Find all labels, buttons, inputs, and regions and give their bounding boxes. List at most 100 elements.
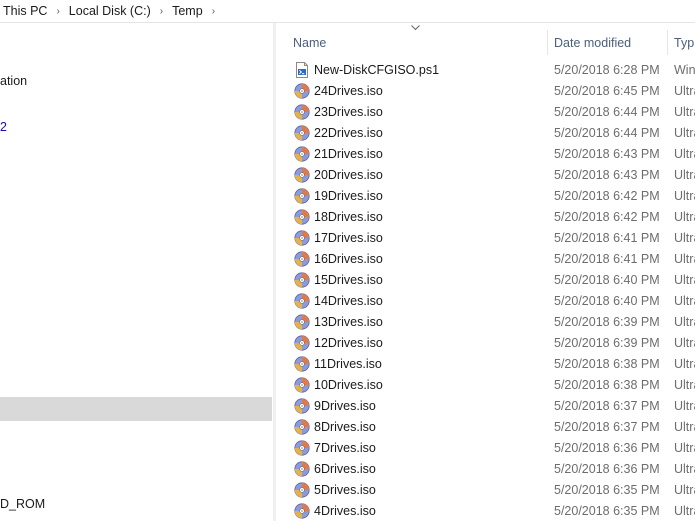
- breadcrumb-local-disk[interactable]: Local Disk (C:): [67, 4, 153, 18]
- file-type: Ultra: [674, 168, 695, 182]
- iso-disc-icon: [294, 293, 310, 309]
- iso-disc-icon: [294, 251, 310, 267]
- file-date-modified: 5/20/2018 6:42 PM: [554, 210, 660, 224]
- file-name[interactable]: 19Drives.iso: [314, 189, 383, 203]
- file-name[interactable]: 7Drives.iso: [314, 441, 376, 455]
- file-date-modified: 5/20/2018 6:36 PM: [554, 462, 660, 476]
- file-type: Ultra: [674, 210, 695, 224]
- file-type: Ultra: [674, 441, 695, 455]
- iso-disc-icon: [294, 125, 310, 141]
- file-date-modified: 5/20/2018 6:28 PM: [554, 63, 660, 77]
- file-type: Ultra: [674, 315, 695, 329]
- file-type: Ultra: [674, 294, 695, 308]
- file-type: Ultra: [674, 273, 695, 287]
- file-list: New-DiskCFGISO.ps1 5/20/2018 6:28 PM Win 24…: [276, 60, 695, 521]
- nav-item-selected[interactable]: [0, 397, 272, 421]
- column-divider[interactable]: [547, 30, 548, 55]
- iso-disc-icon: [294, 377, 310, 393]
- file-name[interactable]: 18Drives.iso: [314, 210, 383, 224]
- file-row[interactable]: 17Drives.iso 5/20/2018 6:41 PM Ultra: [276, 228, 695, 249]
- file-row[interactable]: 12Drives.iso 5/20/2018 6:39 PM Ultra: [276, 333, 695, 354]
- file-row[interactable]: 19Drives.iso 5/20/2018 6:42 PM Ultra: [276, 186, 695, 207]
- chevron-right-icon[interactable]: ›: [49, 6, 66, 17]
- chevron-right-icon[interactable]: ›: [153, 6, 170, 17]
- file-name[interactable]: 23Drives.iso: [314, 105, 383, 119]
- file-name[interactable]: 20Drives.iso: [314, 168, 383, 182]
- file-name[interactable]: 9Drives.iso: [314, 399, 376, 413]
- iso-disc-icon: [294, 419, 310, 435]
- file-name[interactable]: 11Drives.iso: [314, 357, 382, 371]
- file-row[interactable]: 23Drives.iso 5/20/2018 6:44 PM Ultra: [276, 102, 695, 123]
- column-header-name[interactable]: Name: [293, 30, 326, 55]
- file-date-modified: 5/20/2018 6:44 PM: [554, 126, 660, 140]
- file-name[interactable]: 21Drives.iso: [314, 147, 383, 161]
- file-name[interactable]: 13Drives.iso: [314, 315, 383, 329]
- file-date-modified: 5/20/2018 6:41 PM: [554, 252, 660, 266]
- file-type: Ultra: [674, 336, 695, 350]
- iso-disc-icon: [294, 440, 310, 456]
- file-row[interactable]: 11Drives.iso 5/20/2018 6:38 PM Ultra: [276, 354, 695, 375]
- file-row[interactable]: 24Drives.iso 5/20/2018 6:45 PM Ultra: [276, 81, 695, 102]
- breadcrumb: This PC › Local Disk (C:) › Temp ›: [0, 0, 695, 23]
- file-date-modified: 5/20/2018 6:43 PM: [554, 168, 660, 182]
- powershell-script-icon: [294, 62, 310, 78]
- breadcrumb-this-pc[interactable]: This PC: [1, 4, 49, 18]
- file-name[interactable]: 16Drives.iso: [314, 252, 383, 266]
- file-row[interactable]: 20Drives.iso 5/20/2018 6:43 PM Ultra: [276, 165, 695, 186]
- file-row[interactable]: 4Drives.iso 5/20/2018 6:35 PM Ultra: [276, 501, 695, 521]
- file-type: Win: [674, 63, 695, 77]
- file-type: Ultra: [674, 84, 695, 98]
- file-list-pane: Name Date modified Typ New-DiskCFGISO.ps…: [276, 23, 695, 521]
- file-row[interactable]: 8Drives.iso 5/20/2018 6:37 PM Ultra: [276, 417, 695, 438]
- file-row[interactable]: 21Drives.iso 5/20/2018 6:43 PM Ultra: [276, 144, 695, 165]
- file-row[interactable]: 6Drives.iso 5/20/2018 6:36 PM Ultra: [276, 459, 695, 480]
- file-name[interactable]: 15Drives.iso: [314, 273, 383, 287]
- iso-disc-icon: [294, 230, 310, 246]
- file-name[interactable]: 17Drives.iso: [314, 231, 383, 245]
- nav-item-cd-rom[interactable]: D_ROM: [0, 497, 45, 511]
- file-row[interactable]: 13Drives.iso 5/20/2018 6:39 PM Ultra: [276, 312, 695, 333]
- file-name[interactable]: 6Drives.iso: [314, 462, 376, 476]
- file-date-modified: 5/20/2018 6:38 PM: [554, 378, 660, 392]
- column-header-type[interactable]: Typ: [674, 30, 694, 55]
- file-row[interactable]: 5Drives.iso 5/20/2018 6:35 PM Ultra: [276, 480, 695, 501]
- breadcrumb-temp[interactable]: Temp: [170, 4, 205, 18]
- file-name[interactable]: 24Drives.iso: [314, 84, 383, 98]
- sort-chevron-down-icon: [411, 23, 420, 34]
- file-row[interactable]: 7Drives.iso 5/20/2018 6:36 PM Ultra: [276, 438, 695, 459]
- file-name[interactable]: 12Drives.iso: [314, 336, 383, 350]
- iso-disc-icon: [294, 398, 310, 414]
- iso-disc-icon: [294, 83, 310, 99]
- file-row[interactable]: 16Drives.iso 5/20/2018 6:41 PM Ultra: [276, 249, 695, 270]
- file-row[interactable]: 15Drives.iso 5/20/2018 6:40 PM Ultra: [276, 270, 695, 291]
- nav-item-clipped[interactable]: ation: [0, 74, 27, 88]
- file-name[interactable]: 10Drives.iso: [314, 378, 383, 392]
- file-row[interactable]: 10Drives.iso 5/20/2018 6:38 PM Ultra: [276, 375, 695, 396]
- file-date-modified: 5/20/2018 6:36 PM: [554, 441, 660, 455]
- file-name[interactable]: 14Drives.iso: [314, 294, 383, 308]
- column-divider[interactable]: [667, 30, 668, 55]
- iso-disc-icon: [294, 104, 310, 120]
- iso-disc-icon: [294, 167, 310, 183]
- file-row[interactable]: 22Drives.iso 5/20/2018 6:44 PM Ultra: [276, 123, 695, 144]
- nav-item-clipped-link[interactable]: 2: [0, 120, 7, 134]
- file-name[interactable]: New-DiskCFGISO.ps1: [314, 63, 439, 77]
- column-header-date-modified[interactable]: Date modified: [554, 30, 631, 55]
- file-date-modified: 5/20/2018 6:35 PM: [554, 504, 660, 518]
- iso-disc-icon: [294, 356, 310, 372]
- file-name[interactable]: 4Drives.iso: [314, 504, 376, 518]
- file-row[interactable]: 14Drives.iso 5/20/2018 6:40 PM Ultra: [276, 291, 695, 312]
- file-type: Ultra: [674, 483, 695, 497]
- file-date-modified: 5/20/2018 6:40 PM: [554, 273, 660, 287]
- file-row[interactable]: 18Drives.iso 5/20/2018 6:42 PM Ultra: [276, 207, 695, 228]
- file-date-modified: 5/20/2018 6:37 PM: [554, 399, 660, 413]
- file-name[interactable]: 8Drives.iso: [314, 420, 376, 434]
- file-name[interactable]: 5Drives.iso: [314, 483, 376, 497]
- file-row[interactable]: 9Drives.iso 5/20/2018 6:37 PM Ultra: [276, 396, 695, 417]
- file-name[interactable]: 22Drives.iso: [314, 126, 383, 140]
- iso-disc-icon: [294, 272, 310, 288]
- chevron-right-icon[interactable]: ›: [205, 6, 222, 17]
- file-row[interactable]: New-DiskCFGISO.ps1 5/20/2018 6:28 PM Win: [276, 60, 695, 81]
- file-date-modified: 5/20/2018 6:42 PM: [554, 189, 660, 203]
- iso-disc-icon: [294, 188, 310, 204]
